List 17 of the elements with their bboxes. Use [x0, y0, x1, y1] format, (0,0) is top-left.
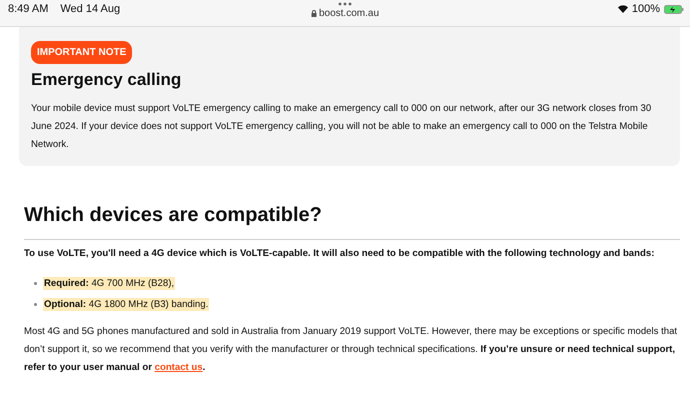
address-bar[interactable]: boost.com.au: [310, 8, 380, 19]
battery-icon: [664, 4, 684, 14]
bullet-icon: [34, 303, 37, 306]
section-heading: Which devices are compatible?: [24, 204, 323, 227]
bullet-icon: [34, 282, 37, 285]
note-title: Emergency calling: [31, 70, 182, 90]
status-time: 8:49 AM: [8, 3, 48, 15]
wifi-icon: [618, 5, 628, 13]
more-icon[interactable]: [337, 2, 353, 6]
band-item: Optional: 4G 1800 MHz (B3) banding.: [43, 298, 210, 311]
intro-text: To use VoLTE, you'll need a 4G device which is VoLTE-capable. It will also need to be compatible with the following technology and bands:: [24, 247, 656, 261]
status-date: Wed 14 Aug: [60, 3, 120, 15]
note-text: Your mobile device must support VoLTE emergency calling to make an emergency call to 000 on our network, after our 3G network closes from 30 June 2024. If your device does not support VoLTE emergency calling, you will not be able to make an emergency call to 000 on the Telstra Mobile Network.: [31, 102, 652, 152]
band-item: Required: 4G 700 MHz (B28),: [43, 277, 176, 290]
battery-level: 100%: [632, 3, 660, 15]
body-text: Most 4G and 5G phones manufactured and sold in Australia from January 2019 support VoLTE. However, there may be exceptions or specific models that don’t support it, so we recommend that you verify with the manufacturer or through technical specifications. If you’re unsure or need technical support, refer to your user manual or contact us.: [24, 325, 678, 375]
note-badge: IMPORTANT NOTE: [31, 41, 132, 64]
